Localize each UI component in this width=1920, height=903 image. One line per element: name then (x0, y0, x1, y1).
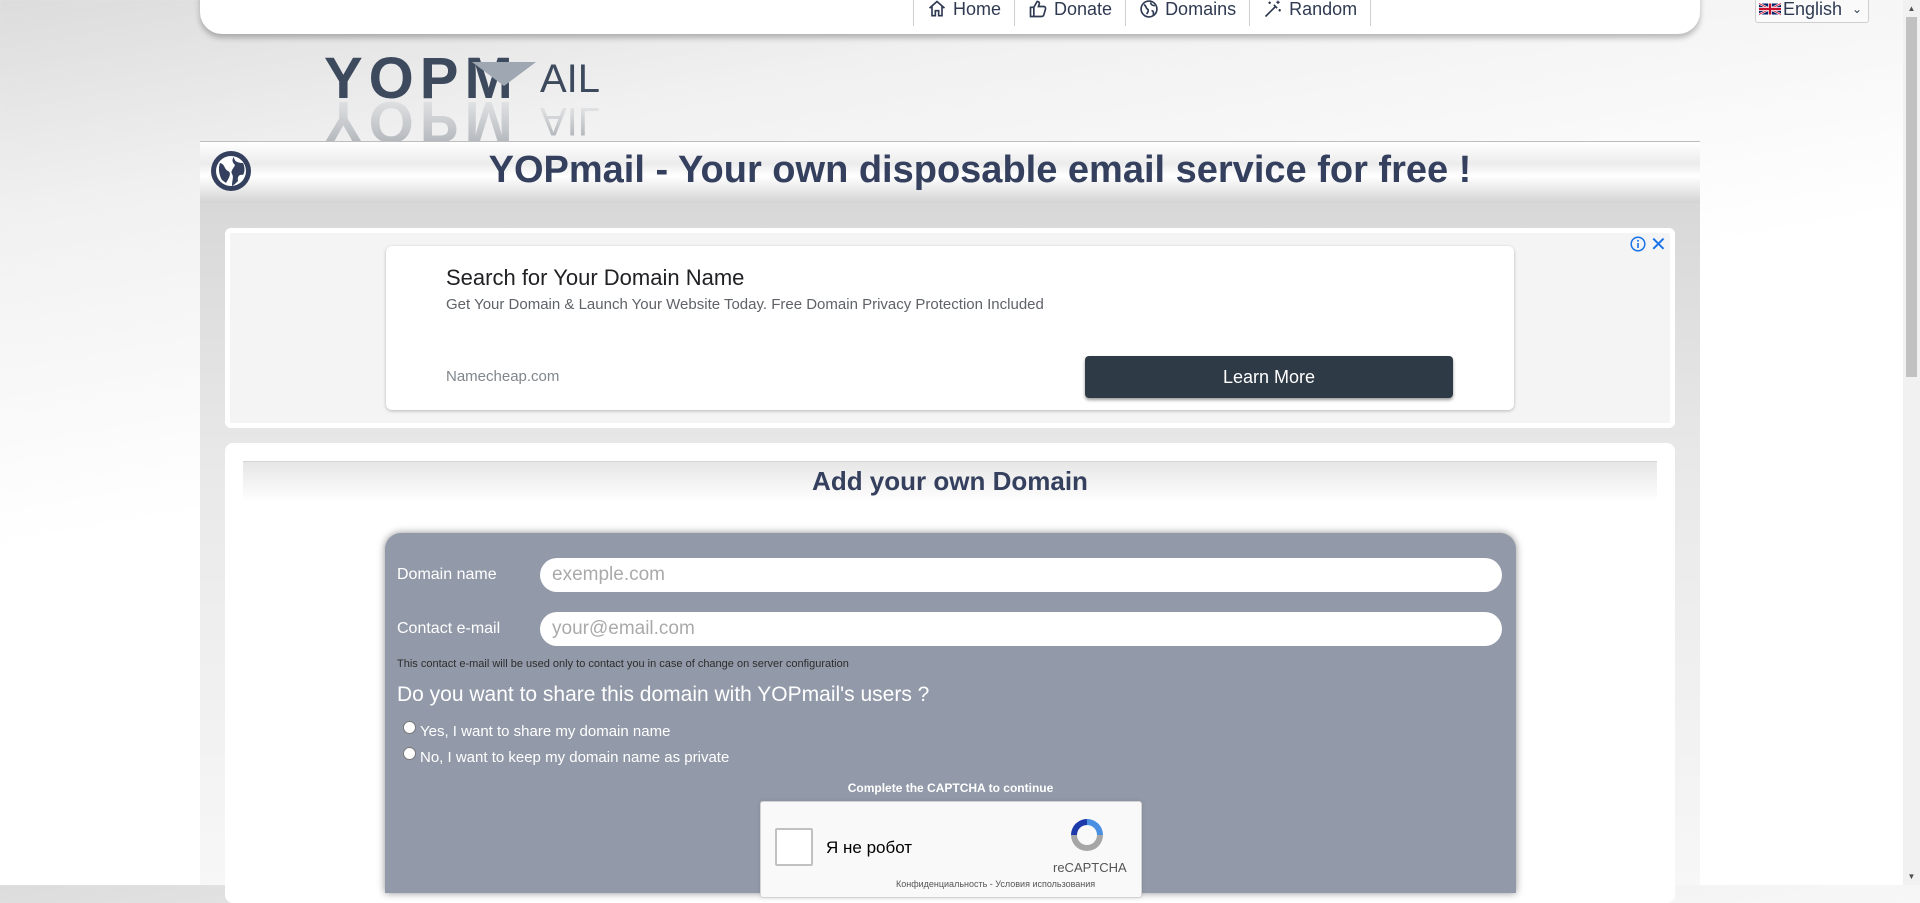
nav-home-label: Home (953, 0, 1002, 19)
language-select[interactable]: English ⌄ (1755, 0, 1869, 23)
contact-email-label: Contact e-mail (397, 620, 501, 637)
recaptcha-links[interactable]: Конфиденциальность - Условия использован… (896, 879, 1095, 889)
ad-title[interactable]: Search for Your Domain Name (446, 265, 744, 291)
share-yes-radio[interactable] (403, 721, 416, 734)
globe-icon (1140, 0, 1158, 18)
globe-icon (211, 151, 251, 191)
captcha-note: Complete the CAPTCHA to continue (847, 781, 1054, 795)
uk-flag-icon (1759, 2, 1781, 16)
home-icon (928, 0, 946, 17)
top-navigation-bar: Home Donate Domains Random English ⌄ (200, 0, 1869, 34)
nav-home[interactable]: Home (914, 0, 1016, 26)
share-no-radio[interactable] (403, 747, 416, 760)
learn-more-button[interactable]: Learn More (1085, 356, 1453, 398)
ad-close-icon[interactable]: ✕ (1650, 232, 1667, 257)
recaptcha-label: Я не робот (826, 838, 913, 857)
nav-donate-label: Donate (1054, 0, 1113, 19)
share-yes-option[interactable]: Yes, I want to share my domain name (403, 721, 671, 740)
domain-name-input[interactable] (540, 558, 1502, 592)
svg-text:YOPM: YOPM (324, 89, 519, 143)
ad-domain[interactable]: Namecheap.com (446, 368, 559, 385)
nav-random-label: Random (1289, 0, 1358, 19)
svg-text:AIL: AIL (540, 99, 600, 143)
title-banner: YOPmail - Your own disposable email serv… (200, 141, 1700, 204)
magic-wand-icon (1265, 0, 1282, 18)
scroll-down-icon[interactable]: ▼ (1903, 868, 1920, 885)
ad-description: Get Your Domain & Launch Your Website To… (446, 296, 1044, 313)
nav-donate[interactable]: Donate (1015, 0, 1127, 26)
nav-domains-label: Domains (1165, 0, 1237, 19)
scrollbar-thumb[interactable] (1906, 17, 1917, 377)
nav-random[interactable]: Random (1250, 0, 1372, 26)
share-no-label: No, I want to keep my domain name as pri… (420, 749, 730, 766)
section-title: Add your own Domain (812, 466, 1088, 496)
thumbs-up-icon (1029, 0, 1047, 18)
scroll-up-icon[interactable]: ▲ (1903, 0, 1920, 17)
svg-text:AIL: AIL (540, 57, 600, 101)
recaptcha-checkbox[interactable] (775, 828, 813, 866)
recaptcha-widget: Я не робот reCAPTCHA Конфиденциальность … (760, 801, 1142, 898)
share-question: Do you want to share this domain with YO… (397, 683, 930, 706)
language-label: English (1783, 0, 1843, 19)
ad-info-icon[interactable] (1630, 236, 1646, 252)
page-title: YOPmail - Your own disposable email serv… (488, 149, 1472, 191)
share-no-option[interactable]: No, I want to keep my domain name as pri… (403, 747, 730, 766)
ad-card[interactable]: Search for Your Domain Name Get Your Dom… (386, 246, 1514, 410)
main-nav: Home Donate Domains Random (913, 0, 1372, 26)
recaptcha-logo-icon (1071, 819, 1103, 851)
recaptcha-brand: reCAPTCHA (1053, 860, 1127, 875)
domain-name-label: Domain name (397, 566, 497, 583)
yopmail-logo: YOPM AIL YOPM AIL (324, 48, 600, 143)
contact-email-input[interactable] (540, 612, 1502, 646)
add-domain-form: Domain name Contact e-mail This contact … (385, 533, 1516, 898)
nav-domains[interactable]: Domains (1126, 0, 1251, 26)
share-yes-label: Yes, I want to share my domain name (420, 723, 671, 740)
contact-email-note: This contact e-mail will be used only to… (397, 658, 849, 670)
chevron-down-icon: ⌄ (1851, 2, 1862, 16)
